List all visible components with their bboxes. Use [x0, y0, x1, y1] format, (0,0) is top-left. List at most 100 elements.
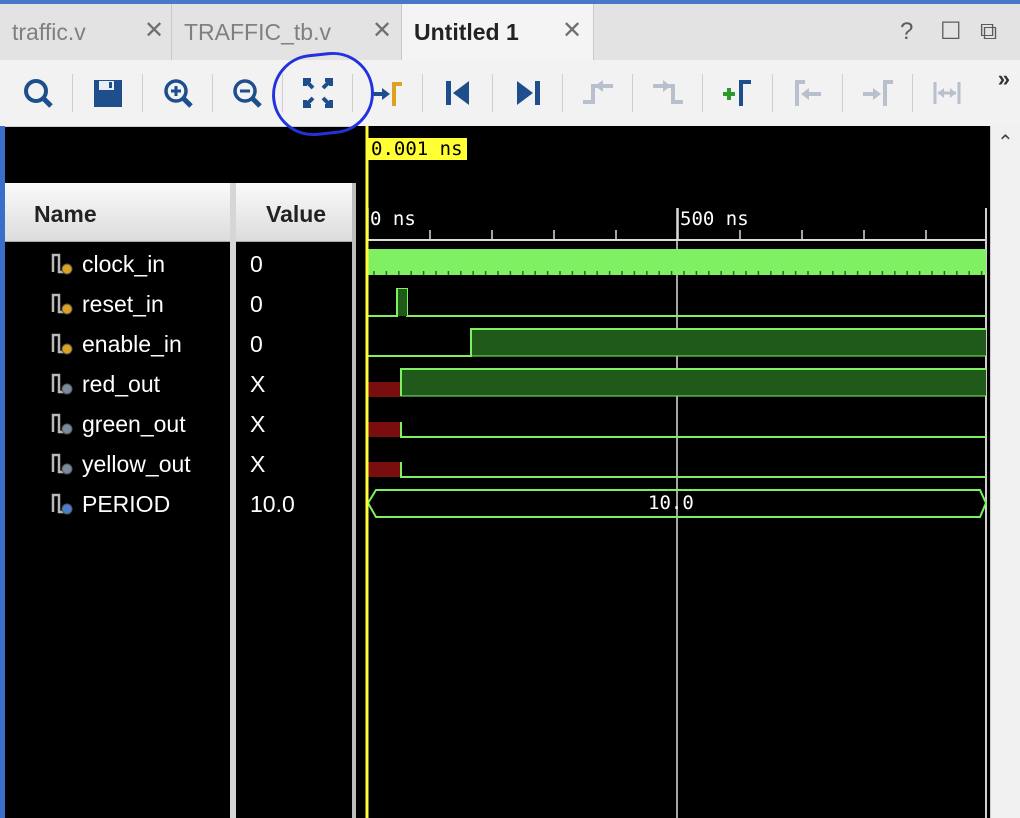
signal-value: X — [250, 451, 266, 477]
zoom-in-icon[interactable] — [157, 72, 199, 114]
enable-in-high-fill — [471, 329, 986, 356]
toolbar-separator — [422, 74, 423, 112]
maximize-icon[interactable]: ☐ — [940, 18, 962, 46]
name-column-label: Name — [34, 201, 97, 227]
tab-bar: traffic.v ✕ TRAFFIC_tb.v ✕ Untitled 1 ✕ … — [0, 4, 1020, 60]
previous-marker-icon[interactable] — [787, 72, 829, 114]
go-to-last-time-icon[interactable] — [507, 72, 549, 114]
input-signal-icon — [49, 290, 79, 318]
next-marker-icon[interactable] — [857, 72, 899, 114]
toolbar-separator — [212, 74, 213, 112]
signal-name: red_out — [82, 371, 161, 397]
red-out-unknown — [368, 382, 401, 397]
green-out-unknown — [368, 422, 401, 437]
value-column-header[interactable]: Value — [236, 183, 352, 242]
name-column-header[interactable]: Name — [5, 183, 230, 242]
yellow-out-wave — [400, 462, 986, 478]
signal-name: yellow_out — [82, 451, 191, 477]
signal-value-row[interactable]: 0 — [236, 284, 352, 324]
signal-row[interactable]: clock_in — [5, 244, 230, 284]
output-signal-icon — [49, 370, 79, 398]
output-signal-icon — [49, 410, 79, 438]
signal-value-row[interactable]: X — [236, 444, 352, 484]
toolbar-separator — [142, 74, 143, 112]
close-icon[interactable]: ✕ — [372, 16, 392, 46]
signal-value: 0 — [250, 291, 263, 317]
toolbar-separator — [842, 74, 843, 112]
toolbar-separator — [912, 74, 913, 112]
signal-value: 0 — [250, 251, 263, 277]
waveform-canvas — [365, 126, 988, 818]
signal-value: 0 — [250, 331, 263, 357]
signal-name: clock_in — [82, 251, 166, 277]
signal-value: X — [250, 371, 266, 397]
toolbar-overflow-icon[interactable]: » — [998, 66, 1010, 92]
toolbar: » — [0, 60, 1020, 127]
search-icon[interactable] — [17, 72, 59, 114]
close-icon[interactable]: ✕ — [562, 16, 582, 46]
green-out-wave — [400, 422, 986, 438]
tab-traffic-tb-v[interactable]: TRAFFIC_tb.v ✕ — [172, 4, 402, 60]
help-icon[interactable]: ? — [900, 18, 913, 46]
input-signal-icon — [49, 250, 79, 278]
red-out-high-fill — [401, 369, 986, 396]
output-signal-icon — [49, 450, 79, 478]
tab-label: Untitled 1 — [414, 19, 519, 45]
yellow-out-unknown — [368, 462, 401, 477]
tab-label: traffic.v — [12, 19, 86, 45]
zoom-fit-icon[interactable] — [297, 72, 339, 114]
toolbar-separator — [282, 74, 283, 112]
vertical-scrollbar[interactable]: ⌃ — [990, 126, 1020, 818]
signal-row[interactable]: red_out — [5, 364, 230, 404]
time-label-500ns: 500 ns — [680, 208, 749, 230]
names-pane: Name clock_in reset_in enable_in red_outgre… — [5, 183, 230, 818]
signal-row[interactable]: reset_in — [5, 284, 230, 324]
period-bus-value: 10.0 — [648, 492, 694, 514]
signal-name: reset_in — [82, 291, 164, 317]
signal-value: 10.0 — [250, 491, 295, 517]
toolbar-separator — [562, 74, 563, 112]
signal-value-row[interactable]: X — [236, 364, 352, 404]
time-label-0ns: 0 ns — [370, 208, 416, 230]
toolbar-separator — [702, 74, 703, 112]
zoom-out-icon[interactable] — [226, 72, 268, 114]
save-icon[interactable] — [87, 72, 129, 114]
signal-value-row[interactable]: 0 — [236, 324, 352, 364]
cursor-time-label: 0.001 ns — [367, 138, 467, 160]
time-ruler-ticks — [367, 208, 927, 240]
close-icon[interactable]: ✕ — [144, 16, 164, 46]
signal-row[interactable]: green_out — [5, 404, 230, 444]
values-pane: Value 0 0 0 X X X 10.0 — [236, 183, 352, 818]
tab-label: TRAFFIC_tb.v — [184, 19, 331, 45]
toolbar-separator — [632, 74, 633, 112]
signal-name: PERIOD — [82, 491, 171, 517]
signal-row[interactable]: yellow_out — [5, 444, 230, 484]
toolbar-separator — [772, 74, 773, 112]
signal-value-row[interactable]: 0 — [236, 244, 352, 284]
signal-value: X — [250, 411, 266, 437]
toolbar-separator — [352, 74, 353, 112]
float-window-icon[interactable]: ⧉ — [980, 18, 997, 46]
input-signal-icon — [49, 330, 79, 358]
tab-traffic-v[interactable]: traffic.v ✕ — [0, 4, 172, 60]
add-marker-icon[interactable] — [717, 72, 759, 114]
previous-transition-icon[interactable] — [577, 72, 619, 114]
go-to-time-zero-icon[interactable] — [437, 72, 479, 114]
parameter-icon — [49, 490, 79, 518]
signal-name: enable_in — [82, 331, 182, 357]
signal-row[interactable]: PERIOD — [5, 484, 230, 524]
signal-value-row[interactable]: X — [236, 404, 352, 444]
tab-untitled-1[interactable]: Untitled 1 ✕ — [402, 4, 594, 60]
value-column-label: Value — [266, 201, 327, 227]
next-transition-icon[interactable] — [647, 72, 689, 114]
waveform-pane[interactable]: 0.001 ns 0 ns 500 ns 10.0 — [356, 126, 990, 818]
reset-in-high-fill — [397, 289, 407, 316]
swap-cursors-icon[interactable] — [926, 72, 968, 114]
signal-name: green_out — [82, 411, 186, 437]
signal-value-row[interactable]: 10.0 — [236, 484, 352, 524]
signal-row[interactable]: enable_in — [5, 324, 230, 364]
toolbar-separator — [492, 74, 493, 112]
scroll-up-icon[interactable]: ⌃ — [997, 130, 1014, 155]
go-to-cursor-icon[interactable] — [366, 72, 408, 114]
toolbar-separator — [72, 74, 73, 112]
